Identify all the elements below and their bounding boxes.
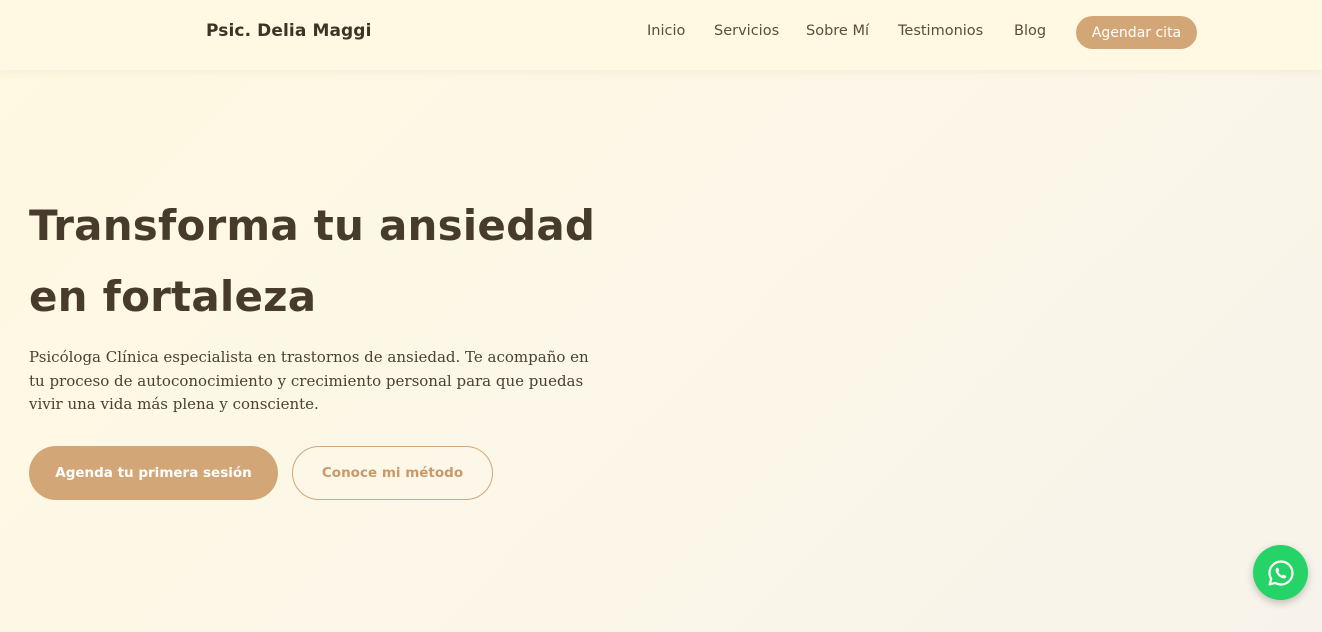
nav-link-testimonios[interactable]: Testimonios (898, 23, 983, 39)
nav-link-sobre-mi[interactable]: Sobre Mí (806, 23, 869, 39)
learn-method-button[interactable]: Conoce mi método (292, 446, 493, 500)
hero-title: Transforma tu ansiedad en fortaleza (29, 190, 595, 332)
hero-title-line-2: en fortaleza (29, 272, 317, 321)
hero-title-line-1: Transforma tu ansiedad (29, 201, 596, 250)
whatsapp-icon (1267, 559, 1294, 586)
book-first-session-button[interactable]: Agenda tu primera sesión (29, 446, 278, 500)
schedule-appointment-button[interactable]: Agendar cita (1076, 16, 1197, 49)
whatsapp-button[interactable] (1253, 545, 1308, 600)
navbar: Psic. Delia Maggi Inicio Servicios Sobre… (0, 0, 1322, 70)
hero-description: Psicóloga Clínica especialista en trasto… (29, 348, 589, 413)
nav-link-servicios[interactable]: Servicios (714, 23, 779, 39)
nav-link-blog[interactable]: Blog (1014, 23, 1046, 39)
nav-link-inicio[interactable]: Inicio (647, 23, 685, 39)
